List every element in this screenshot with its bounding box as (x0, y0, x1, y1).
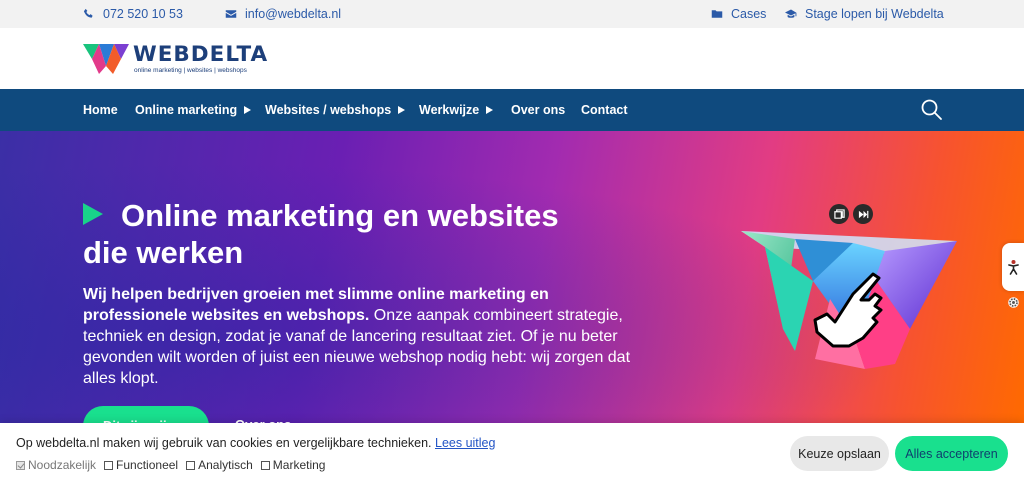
nav-item-label: Over ons (511, 103, 566, 117)
email-address: info@webdelta.nl (245, 7, 342, 21)
internship-link[interactable]: Stage lopen bij Webdelta (785, 7, 944, 21)
hero-title-line1: Online marketing en websites (121, 198, 559, 233)
cases-link[interactable]: Cases (711, 7, 766, 21)
picture-in-picture-icon (833, 208, 845, 219)
cookie-option-label: Analytisch (198, 458, 253, 472)
main-navigation: Home Online marketing Websites / webshop… (0, 89, 1024, 131)
nav-item-werkwijze[interactable]: Werkwijze (419, 103, 494, 117)
logo-tagline: online marketing | websites | webshops (134, 67, 247, 74)
skip-forward-icon (858, 210, 868, 218)
hero-3d-logo-illustration (741, 231, 957, 369)
checkbox-checked-icon (16, 460, 25, 470)
phone-number: 072 520 10 53 (103, 7, 183, 21)
nav-item-home[interactable]: Home (83, 103, 118, 117)
gear-icon[interactable] (1007, 296, 1020, 309)
nav-item-online-marketing[interactable]: Online marketing (135, 103, 252, 117)
header: WEBDELTA online marketing | websites | w… (0, 28, 1024, 89)
cookie-option-analytisch[interactable]: Analytisch (186, 458, 253, 472)
logo[interactable]: WEBDELTA online marketing | websites | w… (83, 43, 268, 75)
nav-item-over-ons[interactable]: Over ons (511, 103, 565, 117)
cookie-message-text: Op webdelta.nl maken wij gebruik van coo… (16, 436, 432, 450)
caret-right-icon (486, 106, 494, 114)
nav-item-label: Contact (581, 103, 628, 117)
nav-item-label: Home (83, 103, 118, 117)
cookie-option-label: Marketing (272, 458, 326, 472)
checkbox-icon[interactable] (186, 460, 196, 470)
cookie-explanation-link[interactable]: Lees uitleg (435, 436, 495, 450)
nav-item-label: Websites / webshops (265, 103, 392, 117)
logo-wordmark: WEBDELTA (133, 42, 269, 67)
hero-lead: Wij helpen bedrijven groeien met slimme … (83, 284, 643, 389)
cookie-options: Noodzakelijk Functioneel Analytisch Mark… (16, 458, 325, 472)
internship-label: Stage lopen bij Webdelta (805, 7, 944, 21)
cookie-option-marketing[interactable]: Marketing (260, 458, 326, 472)
cookie-consent-bar: Op webdelta.nl maken wij gebruik van coo… (0, 423, 1024, 485)
envelope-icon (225, 10, 237, 18)
folder-icon (711, 10, 723, 18)
play-triangle-icon (83, 203, 103, 225)
webdelta-logo-mark (83, 44, 129, 74)
cookie-option-functioneel[interactable]: Functioneel (104, 458, 178, 472)
save-choice-button[interactable]: Keuze opslaan (790, 436, 889, 471)
cookie-message: Op webdelta.nl maken wij gebruik van coo… (16, 436, 495, 450)
nav-item-label: Online marketing (135, 103, 238, 117)
nav-item-label: Werkwijze (419, 103, 480, 117)
hero-title: Online marketing en websites die werken (83, 197, 643, 271)
cookie-option-label: Functioneel (116, 458, 179, 472)
phone-icon (83, 8, 93, 18)
top-bar: 072 520 10 53 info@webdelta.nl Cases Sta… (0, 0, 1024, 28)
phone-link[interactable]: 072 520 10 53 (83, 7, 183, 21)
accept-all-button[interactable]: Alles accepteren (895, 436, 1008, 471)
search-icon[interactable] (920, 98, 944, 122)
email-link[interactable]: info@webdelta.nl (225, 7, 341, 21)
checkbox-icon[interactable] (260, 460, 270, 470)
cases-label: Cases (731, 7, 767, 21)
nav-item-contact[interactable]: Contact (581, 103, 628, 117)
hero-section: Online marketing en websites die werken … (0, 131, 1024, 431)
hero-title-line2: die werken (83, 235, 244, 270)
graduation-cap-icon (785, 9, 797, 18)
accessibility-tab[interactable] (1002, 243, 1024, 291)
accessibility-icon (1007, 260, 1019, 275)
cookie-option-noodzakelijk: Noodzakelijk (16, 458, 96, 472)
cookie-option-label: Noodzakelijk (28, 458, 97, 472)
checkbox-icon[interactable] (104, 460, 114, 470)
caret-right-icon (244, 106, 252, 114)
caret-right-icon (398, 106, 406, 114)
nav-item-websites-webshops[interactable]: Websites / webshops (265, 103, 406, 117)
